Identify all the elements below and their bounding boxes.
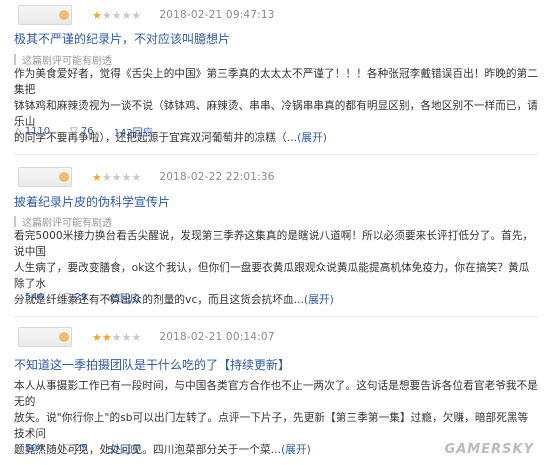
star-icon: ★ [92,8,102,22]
expand-link[interactable]: (展开) [297,132,327,144]
reply-link[interactable]: 142回应 [114,124,153,139]
review-body-line: 放矢。说"你行你上"的sb可以出门左转了。点评一下片子，先更新【第三季第一集】过… [14,412,529,440]
review-date: 2018-02-22 22:01:36 [159,171,275,183]
review-title[interactable]: 极其不严谨的纪录片，不对应该叫臆想片 [14,30,230,47]
downvote-button[interactable]: ▽ 29 [64,292,87,303]
triangle-down-icon: ▽ [70,125,78,137]
review-date: 2018-02-21 00:14:07 [159,331,275,343]
triangle-up-icon: △ [14,125,22,137]
star-icon: ★ [121,330,132,344]
triangle-down-icon: ▽ [63,442,72,454]
upvote-count: 1110 [24,125,51,137]
review-header: ★ ★ ★ ★ ★ 2018-02-21 09:47:13 [18,4,275,26]
review-body-line: 本人从事摄影工作已有一段时间，与中国各类官方合作也不止一两次了。这句话是想要告诉… [14,380,538,408]
expand-link[interactable]: (展开) [304,294,334,306]
hint-bar [14,54,16,65]
spoiler-hint-text: 这篇剧评可能有剧透 [22,218,112,229]
review-title[interactable]: 不知道这一季拍摄团队是干什么吃的了【持续更新】 [14,356,290,373]
review-header: ★ ★ ★ ★ ★ 2018-02-21 00:14:07 [18,326,275,348]
star-icon: ★ [101,170,112,184]
review-body-line: 看完5000米接力换台看舌尖醒说，发现第三季养这集真的是瞎说八道啊！所以必须要来… [14,230,534,258]
star-icon: ★ [131,170,142,184]
star-icon: ★ [101,330,112,344]
upvote-button[interactable]: △ 1110 [14,126,50,137]
rating-stars: ★ ★ ★ ★ ★ [92,172,141,183]
spoiler-hint: 这篇剧评可能有剧透 [14,52,112,67]
downvote-button[interactable]: ▽ 76 [70,126,93,137]
review-body-line: 作为美食爱好者，觉得《舌尖上的中国》第三季真的太太太不严谨了！！！各种张冠李戴错… [14,68,538,96]
triangle-down-icon: ▽ [63,291,72,303]
review-header: ★ ★ ★ ★ ★ 2018-02-22 22:01:36 [18,166,275,188]
review-date: 2018-02-21 09:47:13 [159,9,275,21]
upvote-button[interactable]: △ 504 [14,443,44,454]
star-icon: ★ [111,8,122,22]
watermark: GAMERSKY [444,442,534,457]
downvote-count: 25 [74,442,88,454]
spoiler-hint-text: 这篇剧评可能有剧透 [22,56,112,67]
star-icon: ★ [121,170,132,184]
review-actions: △ 546 ▽ 29 45回应 [14,290,140,305]
hint-bar [14,216,16,227]
rating-stars: ★ ★ ★ ★ ★ [92,10,141,21]
update-tag-link[interactable]: 【持续更新】 [218,358,290,372]
avatar[interactable] [18,5,72,25]
star-icon: ★ [92,330,102,344]
downvote-count: 76 [80,125,94,137]
star-icon: ★ [131,330,142,344]
review-body-line: 人生病了，要改变膳食，ok这个我认，但你们一盘要衣黄瓜跟观众说黄瓜能提高机体免疫… [14,262,530,290]
review-actions: △ 1110 ▽ 76 142回应 [14,124,153,139]
star-icon: ★ [131,8,142,22]
downvote-button[interactable]: ▽ 25 [64,443,87,454]
spoiler-hint: 这篇剧评可能有剧透 [14,214,112,229]
upvote-count: 546 [24,291,44,303]
review-title-text: 不知道这一季拍摄团队是干什么吃的了 [14,358,219,372]
avatar[interactable] [18,167,72,187]
triangle-up-icon: △ [14,291,22,303]
divider [14,316,538,317]
reply-link[interactable]: 57回应 [107,441,140,456]
review-actions: △ 504 ▽ 25 57回应 [14,441,140,456]
avatar[interactable] [18,327,72,347]
star-icon: ★ [111,330,122,344]
star-icon: ★ [121,8,132,22]
reply-link[interactable]: 45回应 [107,290,140,305]
rating-stars: ★ ★ ★ ★ ★ [92,332,141,343]
downvote-count: 29 [74,291,88,303]
star-icon: ★ [92,170,102,184]
review-title[interactable]: 披着纪录片皮的伪科学宣传片 [14,193,170,210]
divider [14,154,538,155]
star-icon: ★ [111,170,122,184]
triangle-up-icon: △ [14,442,22,454]
expand-link[interactable]: (展开) [281,444,311,456]
upvote-count: 504 [24,442,44,454]
star-icon: ★ [101,8,112,22]
upvote-button[interactable]: △ 546 [14,292,44,303]
